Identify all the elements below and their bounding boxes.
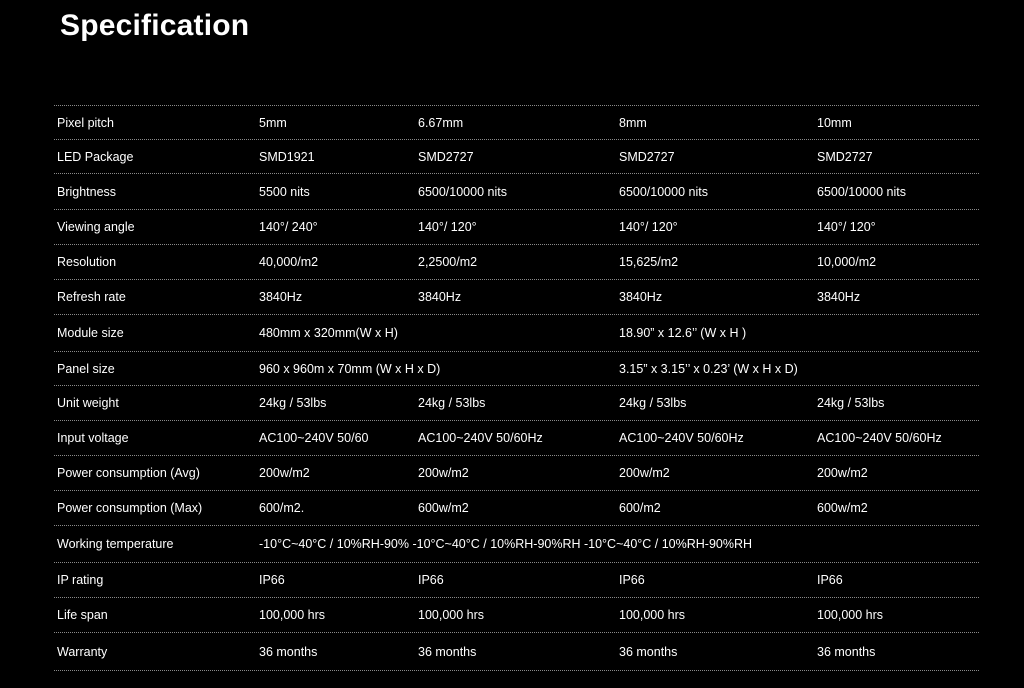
cell-value: IP66 bbox=[418, 572, 444, 587]
cell-value: -10°C~40°C / 10%RH-90% -10°C~40°C / 10%R… bbox=[259, 536, 753, 551]
cell-value: 24kg / 53lbs bbox=[259, 395, 327, 410]
table-row-resolution: Resolution 40,000/m2 2,2500/m2 15,625/m2… bbox=[54, 245, 979, 280]
cell-value: 5500 nits bbox=[259, 184, 310, 199]
row-label: LED Package bbox=[57, 149, 134, 164]
cell-value: 5mm bbox=[259, 115, 287, 130]
table-row-led-package: LED Package SMD1921 SMD2727 SMD2727 SMD2… bbox=[54, 140, 979, 174]
cell-value: SMD2727 bbox=[817, 149, 873, 164]
cell-value: 36 months bbox=[418, 644, 477, 659]
row-label: Life span bbox=[57, 607, 108, 622]
row-label: Power consumption (Max) bbox=[57, 500, 203, 515]
cell-value: 3840Hz bbox=[418, 289, 462, 304]
table-row-module-size: Module size 480mm x 320mm(W x H) 18.90” … bbox=[54, 315, 979, 352]
row-label: Brightness bbox=[57, 184, 117, 199]
cell-value-metric: 480mm x 320mm(W x H) bbox=[259, 325, 398, 340]
table-row-panel-size: Panel size 960 x 960m x 70mm (W x H x D)… bbox=[54, 352, 979, 386]
cell-value: 6500/10000 nits bbox=[817, 184, 906, 199]
cell-value: 200w/m2 bbox=[418, 465, 469, 480]
table-row-input-voltage: Input voltage AC100~240V 50/60 AC100~240… bbox=[54, 421, 979, 456]
cell-value: SMD2727 bbox=[619, 149, 675, 164]
cell-value: 3840Hz bbox=[259, 289, 303, 304]
table-row-power-max: Power consumption (Max) 600/m2. 600w/m2 … bbox=[54, 491, 979, 526]
cell-value: 6500/10000 nits bbox=[418, 184, 507, 199]
cell-value: 36 months bbox=[259, 644, 318, 659]
cell-value: 200w/m2 bbox=[619, 465, 670, 480]
row-label: Power consumption (Avg) bbox=[57, 465, 200, 480]
cell-value: 15,625/m2 bbox=[619, 254, 679, 269]
table-row-working-temperature: Working temperature -10°C~40°C / 10%RH-9… bbox=[54, 526, 979, 563]
cell-value: 36 months bbox=[817, 644, 876, 659]
cell-value: 36 months bbox=[619, 644, 678, 659]
cell-value: 600/m2. bbox=[259, 500, 305, 515]
cell-value: SMD1921 bbox=[259, 149, 315, 164]
cell-value: 600w/m2 bbox=[817, 500, 868, 515]
cell-value: 200w/m2 bbox=[259, 465, 310, 480]
page-title: Specification bbox=[60, 9, 250, 42]
cell-value: AC100~240V 50/60Hz bbox=[817, 430, 942, 445]
row-label: IP rating bbox=[57, 572, 104, 587]
cell-value: 200w/m2 bbox=[817, 465, 868, 480]
cell-value: 100,000 hrs bbox=[619, 607, 686, 622]
cell-value: 600w/m2 bbox=[418, 500, 469, 515]
cell-value: 3840Hz bbox=[619, 289, 663, 304]
row-label: Unit weight bbox=[57, 395, 119, 410]
row-label: Module size bbox=[57, 325, 124, 340]
cell-value: SMD2727 bbox=[418, 149, 474, 164]
table-row-unit-weight: Unit weight 24kg / 53lbs 24kg / 53lbs 24… bbox=[54, 386, 979, 421]
row-label: Working temperature bbox=[57, 536, 174, 551]
cell-value: 2,2500/m2 bbox=[418, 254, 478, 269]
table-row-brightness: Brightness 5500 nits 6500/10000 nits 650… bbox=[54, 174, 979, 210]
row-label: Viewing angle bbox=[57, 219, 135, 234]
cell-value: AC100~240V 50/60Hz bbox=[418, 430, 543, 445]
table-row-power-avg: Power consumption (Avg) 200w/m2 200w/m2 … bbox=[54, 456, 979, 491]
cell-value: 100,000 hrs bbox=[259, 607, 326, 622]
cell-value: 100,000 hrs bbox=[817, 607, 884, 622]
cell-value-imperial: 18.90” x 12.6’’ (W x H ) bbox=[619, 325, 747, 340]
cell-value: 24kg / 53lbs bbox=[817, 395, 885, 410]
table-row-ip-rating: IP rating IP66 IP66 IP66 IP66 bbox=[54, 563, 979, 598]
cell-value: 24kg / 53lbs bbox=[418, 395, 486, 410]
row-label: Panel size bbox=[57, 361, 115, 376]
cell-value: IP66 bbox=[259, 572, 285, 587]
specification-table: Pixel pitch 5mm 6.67mm 8mm 10mm LED Pack… bbox=[54, 105, 979, 671]
table-row-viewing-angle: Viewing angle 140°/ 240° 140°/ 120° 140°… bbox=[54, 210, 979, 245]
cell-value: 100,000 hrs bbox=[418, 607, 485, 622]
cell-value: AC100~240V 50/60Hz bbox=[619, 430, 744, 445]
cell-value: 6.67mm bbox=[418, 115, 464, 130]
table-row-pixel-pitch: Pixel pitch 5mm 6.67mm 8mm 10mm bbox=[54, 106, 979, 140]
row-label: Pixel pitch bbox=[57, 115, 114, 130]
row-label: Refresh rate bbox=[57, 289, 126, 304]
cell-value: IP66 bbox=[619, 572, 645, 587]
cell-value: AC100~240V 50/60 bbox=[259, 430, 369, 445]
table-row-life-span: Life span 100,000 hrs 100,000 hrs 100,00… bbox=[54, 598, 979, 633]
cell-value: 3840Hz bbox=[817, 289, 861, 304]
cell-value: 10mm bbox=[817, 115, 852, 130]
cell-value: 6500/10000 nits bbox=[619, 184, 708, 199]
cell-value: 600/m2 bbox=[619, 500, 661, 515]
cell-value: 140°/ 120° bbox=[817, 219, 876, 234]
cell-value: 140°/ 240° bbox=[259, 219, 318, 234]
cell-value: 140°/ 120° bbox=[418, 219, 477, 234]
table-row-refresh-rate: Refresh rate 3840Hz 3840Hz 3840Hz 3840Hz bbox=[54, 280, 979, 315]
row-label: Resolution bbox=[57, 254, 117, 269]
row-label: Warranty bbox=[57, 644, 108, 659]
cell-value: IP66 bbox=[817, 572, 843, 587]
cell-value-metric: 960 x 960m x 70mm (W x H x D) bbox=[259, 361, 441, 376]
cell-value: 8mm bbox=[619, 115, 647, 130]
row-label: Input voltage bbox=[57, 430, 129, 445]
table-row-warranty: Warranty 36 months 36 months 36 months 3… bbox=[54, 633, 979, 671]
cell-value: 40,000/m2 bbox=[259, 254, 319, 269]
cell-value: 140°/ 120° bbox=[619, 219, 678, 234]
cell-value: 24kg / 53lbs bbox=[619, 395, 687, 410]
cell-value: 10,000/m2 bbox=[817, 254, 877, 269]
cell-value-imperial: 3.15” x 3.15’’ x 0.23’ (W x H x D) bbox=[619, 361, 798, 376]
